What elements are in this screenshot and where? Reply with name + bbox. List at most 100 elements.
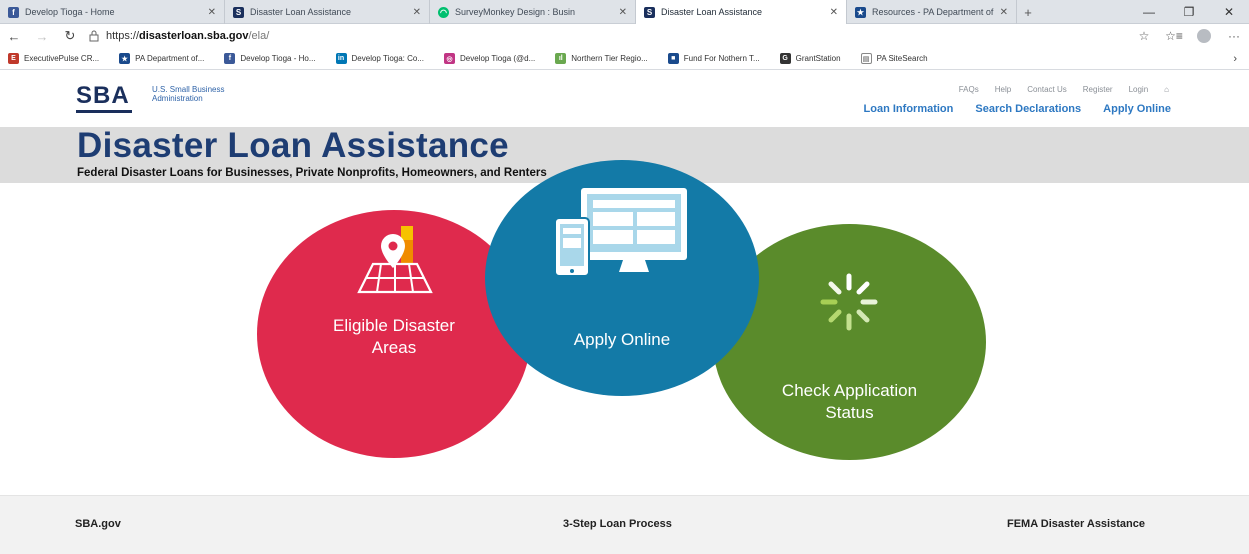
facebook-icon: f <box>224 53 236 64</box>
devices-icon <box>554 188 687 277</box>
fund-icon: ■ <box>667 53 679 64</box>
footer: SBA.gov 3-Step Loan Process FEMA Disaste… <box>0 495 1249 554</box>
favorite-label: Fund For Nothern T... <box>683 54 760 63</box>
main-nav: Loan Information Search Declarations App… <box>842 103 1171 115</box>
grantstation-icon: G <box>779 53 791 64</box>
document-icon: ▤ <box>860 53 872 64</box>
close-icon[interactable]: ✕ <box>1000 7 1008 18</box>
close-icon[interactable]: ✕ <box>830 7 838 18</box>
favorite-develop-tioga-linkedin[interactable]: in Develop Tioga: Co... <box>335 53 424 64</box>
browser-tab-surveymonkey[interactable]: ◠ SurveyMonkey Design : Busin ✕ <box>430 0 636 24</box>
sba-icon: S <box>233 6 244 18</box>
check-status-label: Check Application Status <box>713 380 986 424</box>
lock-icon[interactable] <box>84 24 104 48</box>
facebook-icon: f <box>8 6 19 18</box>
restore-icon[interactable]: ❐ <box>1169 0 1209 24</box>
close-icon[interactable]: ✕ <box>208 7 216 18</box>
sba-logo-underline <box>76 110 132 113</box>
browser-tab-disaster-loan-1[interactable]: S Disaster Loan Assistance ✕ <box>225 0 430 24</box>
minimize-icon[interactable]: — <box>1129 0 1169 24</box>
window-controls: — ❐ ✕ <box>1129 0 1249 23</box>
profile-avatar-icon[interactable] <box>1189 24 1219 48</box>
sba-logo-letters: SBA <box>76 82 130 109</box>
address-bar-actions: ☆ ☆≡ ··· <box>1129 24 1249 48</box>
nav-search-declarations[interactable]: Search Declarations <box>975 103 1081 115</box>
close-icon[interactable]: ✕ <box>619 7 627 18</box>
footer-link-fema[interactable]: FEMA Disaster Assistance <box>1007 518 1145 530</box>
sba-logo-text: U.S. Small Business Administration <box>152 85 224 103</box>
url-scheme: https:// <box>106 30 140 42</box>
favorite-grantstation[interactable]: G GrantStation <box>779 53 841 64</box>
sba-logo-line1: U.S. Small Business <box>152 85 225 94</box>
sba-icon: S <box>644 6 655 18</box>
chart-icon: ıl <box>555 53 567 64</box>
executivepulse-icon: E <box>8 53 19 64</box>
favorite-pa-department[interactable]: ★ PA Department of... <box>119 53 204 64</box>
nav-loan-information[interactable]: Loan Information <box>864 103 954 115</box>
favorite-executivepulse[interactable]: E ExecutivePulse CR... <box>8 53 99 64</box>
map-pin-icon <box>357 226 433 294</box>
home-icon[interactable]: ⌂ <box>1164 85 1169 94</box>
url-field[interactable]: https://disasterloan.sba.gov/ela/ <box>106 30 269 42</box>
favorite-label: GrantStation <box>795 54 841 63</box>
browser-tab-disaster-loan-active[interactable]: S Disaster Loan Assistance ✕ <box>636 0 847 24</box>
favorite-fund-northern-tier[interactable]: ■ Fund For Nothern T... <box>667 53 760 64</box>
new-tab-button[interactable]: + <box>1017 0 1039 24</box>
favorite-star-icon[interactable]: ☆ <box>1129 24 1159 48</box>
pa-dept-icon: ★ <box>119 53 131 64</box>
page-content: SBA U.S. Small Business Administration F… <box>0 71 1249 554</box>
utility-link-login[interactable]: Login <box>1129 85 1149 94</box>
page-title: Disaster Loan Assistance <box>77 126 509 165</box>
footer-link-3-step-process[interactable]: 3-Step Loan Process <box>563 518 672 530</box>
loading-spinner-icon <box>820 273 878 331</box>
apply-online-label: Apply Online <box>573 330 671 349</box>
refresh-icon[interactable]: ↻ <box>56 24 84 48</box>
status-label-line2: Status <box>825 403 874 422</box>
favorite-label: Develop Tioga: Co... <box>351 54 424 63</box>
back-arrow-icon[interactable]: ← <box>0 24 28 48</box>
apply-online-button[interactable]: Apply Online <box>485 160 759 396</box>
tab-label: Disaster Loan Assistance <box>661 7 763 17</box>
forward-arrow-icon[interactable]: → <box>28 24 56 48</box>
favorite-pa-sitesearch[interactable]: ▤ PA SiteSearch <box>860 53 928 64</box>
sba-logo[interactable]: SBA U.S. Small Business Administration <box>76 80 224 116</box>
utility-link-faqs[interactable]: FAQs <box>959 85 979 94</box>
favorite-develop-tioga-fb[interactable]: f Develop Tioga - Ho... <box>224 53 316 64</box>
favorites-list-icon[interactable]: ☆≡ <box>1159 24 1189 48</box>
page-subtitle: Federal Disaster Loans for Businesses, P… <box>77 167 547 179</box>
tab-label: Resources - PA Department of <box>872 7 994 17</box>
tab-label: Develop Tioga - Home <box>25 7 115 17</box>
linkedin-icon: in <box>335 53 347 64</box>
sba-logo-line2: Administration <box>152 94 203 103</box>
close-icon[interactable]: ✕ <box>413 7 421 18</box>
more-menu-icon[interactable]: ··· <box>1219 24 1249 48</box>
browser-tab-develop-tioga[interactable]: f Develop Tioga - Home ✕ <box>0 0 225 24</box>
sba-logo-mark: SBA <box>76 80 140 116</box>
browser-tab-bar: f Develop Tioga - Home ✕ S Disaster Loan… <box>0 0 1249 24</box>
favorite-label: Develop Tioga (@d... <box>460 54 536 63</box>
url-path: /ela/ <box>248 30 270 42</box>
favorite-label: ExecutivePulse CR... <box>24 54 100 63</box>
close-window-icon[interactable]: ✕ <box>1209 0 1249 24</box>
nav-apply-online[interactable]: Apply Online <box>1103 103 1171 115</box>
tab-label: SurveyMonkey Design : Busin <box>455 7 576 17</box>
favorite-label: Develop Tioga - Ho... <box>240 54 316 63</box>
favorite-develop-tioga-instagram[interactable]: ◎ Develop Tioga (@d... <box>444 53 535 64</box>
utility-link-help[interactable]: Help <box>995 85 1011 94</box>
pa-dept-icon: ★ <box>855 6 866 18</box>
favorite-northern-tier[interactable]: ıl Northern Tier Regio... <box>555 53 648 64</box>
utility-link-contact[interactable]: Contact Us <box>1027 85 1067 94</box>
footer-link-sba-gov[interactable]: SBA.gov <box>75 518 121 530</box>
instagram-icon: ◎ <box>444 53 455 64</box>
favorite-label: Northern Tier Regio... <box>571 54 648 63</box>
browser-tab-pa-resources[interactable]: ★ Resources - PA Department of ✕ <box>847 0 1017 24</box>
utility-link-register[interactable]: Register <box>1083 85 1113 94</box>
status-label-line1: Check Application <box>781 381 918 400</box>
favorites-bar: E ExecutivePulse CR... ★ PA Department of.… <box>0 48 1249 70</box>
utility-nav: FAQs Help Contact Us Register Login ⌂ <box>943 85 1169 94</box>
chevron-right-icon[interactable]: › <box>1233 53 1237 65</box>
url-host: disasterloan.sba.gov <box>139 30 249 42</box>
tab-label: Disaster Loan Assistance <box>250 7 352 17</box>
favorite-label: PA SiteSearch <box>876 54 928 63</box>
surveymonkey-icon: ◠ <box>438 6 449 18</box>
